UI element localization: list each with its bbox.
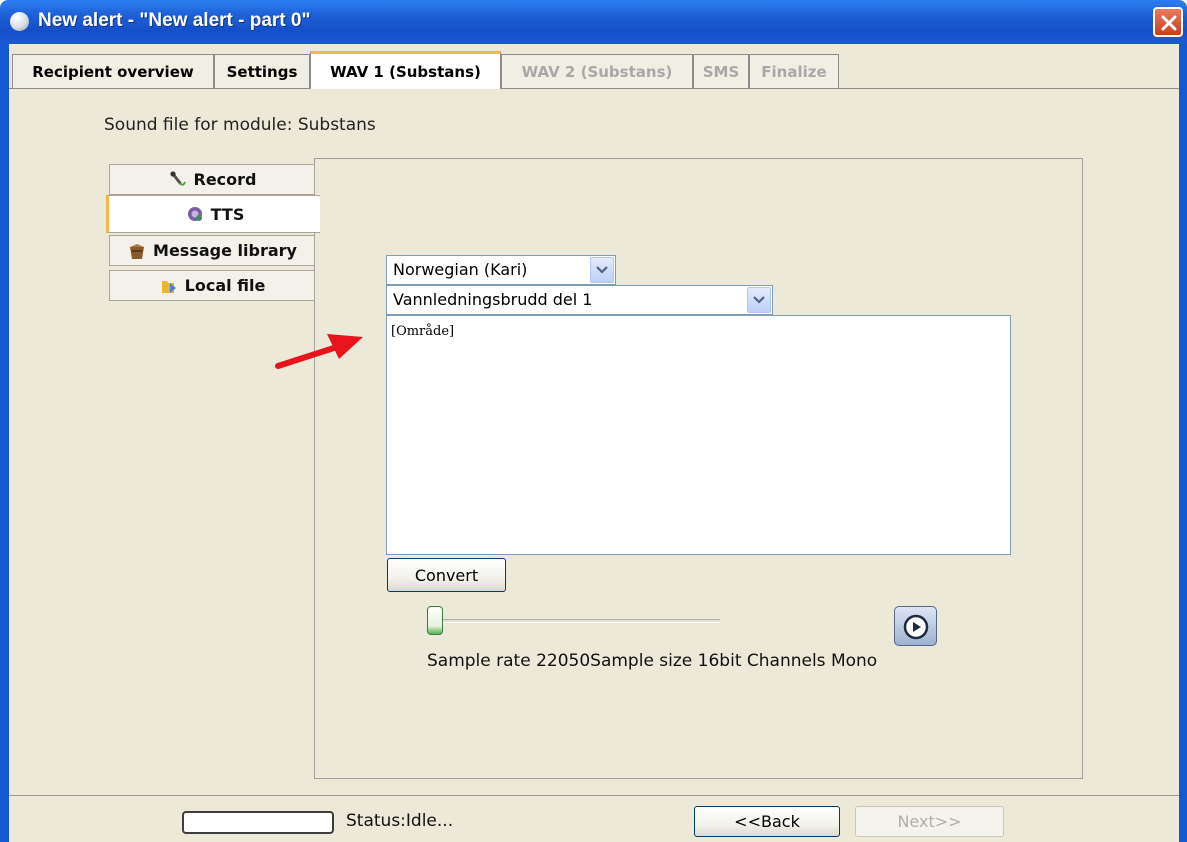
window-title: New alert - "New alert - part 0" [38,10,311,31]
microphone-icon [168,170,188,190]
voice-select-value: Norwegian (Kari) [393,260,528,279]
close-icon [1161,15,1177,31]
tab-label: Settings [226,62,298,81]
tab-wav2-substans[interactable]: WAV 2 (Substans) [501,54,693,88]
title-bar: New alert - "New alert - part 0" [0,0,1187,44]
status-bar: Status:Idle... <<Back Next>> [9,795,1179,842]
side-tab-label: TTS [210,204,245,224]
close-button[interactable] [1153,7,1183,37]
app-icon [10,12,29,31]
side-tab-message-library[interactable]: Message library [109,235,315,266]
message-dropdown-button[interactable] [747,287,771,313]
module-label: Sound file for module: Substans [104,115,376,135]
tab-label: Finalize [761,62,827,81]
tab-label: SMS [702,62,740,81]
tab-sms[interactable]: SMS [693,54,749,88]
voice-dropdown-button[interactable] [590,257,614,283]
chevron-down-icon [596,266,608,274]
chevron-down-icon [753,296,765,304]
library-bag-icon [127,241,147,261]
side-tab-label: Message library [153,241,297,260]
play-icon [903,614,929,640]
window-frame-left [0,44,9,842]
side-tab-record[interactable]: Record [109,164,315,195]
tts-speaker-icon [185,204,205,224]
progress-bar [182,811,334,834]
status-text: Status:Idle... [346,811,454,831]
tab-label: Recipient overview [32,62,194,81]
tts-text-area[interactable]: [Område] [386,315,1011,555]
side-tab-label: Record [193,170,257,189]
playback-slider-thumb[interactable] [427,606,443,635]
side-tab-label: Local file [184,276,266,295]
tab-label: WAV 2 (Substans) [521,62,673,81]
side-tab-local-file[interactable]: Local file [109,270,315,301]
convert-button-label: Convert [414,565,479,585]
side-tab-tts[interactable]: TTS [106,195,320,233]
sample-info: Sample rate 22050Sample size 16bit Chann… [427,651,878,671]
convert-button[interactable]: Convert [387,558,506,592]
play-button[interactable] [894,606,937,646]
folder-icon [159,276,179,296]
red-arrow-annotation [275,334,363,369]
next-button-label: Next>> [897,812,962,831]
back-button-label: <<Back [734,812,800,831]
window-frame-right [1179,44,1187,842]
message-select-value: Vannledningsbrudd del 1 [393,290,593,309]
next-button[interactable]: Next>> [855,806,1004,837]
tab-label: WAV 1 (Substans) [330,62,481,81]
tab-finalize[interactable]: Finalize [749,54,839,88]
message-select[interactable]: Vannledningsbrudd del 1 [386,285,773,315]
tab-wav1-substans[interactable]: WAV 1 (Substans) [310,51,501,89]
playback-slider-track[interactable] [431,619,720,623]
tab-settings[interactable]: Settings [214,54,310,88]
voice-select[interactable]: Norwegian (Kari) [386,255,616,285]
tab-recipient-overview[interactable]: Recipient overview [12,54,214,88]
dialog-client-area: Recipient overview Settings WAV 1 (Subst… [9,44,1179,842]
back-button[interactable]: <<Back [694,806,840,837]
